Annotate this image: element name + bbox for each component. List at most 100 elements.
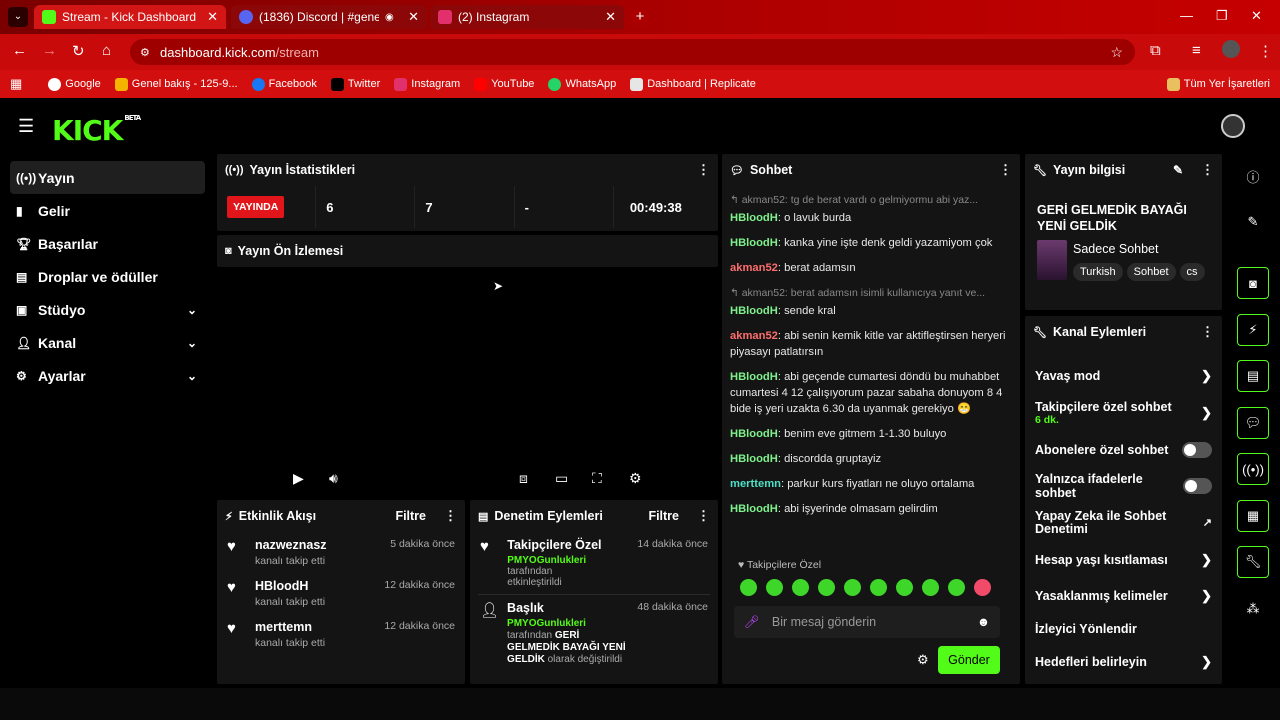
broadcast-icon[interactable]: ((•)) bbox=[1237, 453, 1269, 485]
back-icon[interactable]: ← bbox=[12, 42, 27, 59]
chat-username[interactable]: HBloodH bbox=[730, 371, 778, 383]
emote-icon[interactable] bbox=[896, 579, 913, 596]
sidebar-item-studyo[interactable]: ▣ Stüdyo ⌄ bbox=[10, 293, 205, 326]
reply-preview[interactable]: ↰ akman52: berat adamsın isimli kullanıc… bbox=[730, 285, 1010, 301]
emote-icon[interactable] bbox=[974, 579, 991, 596]
bookmark-twitter[interactable]: Twitter bbox=[330, 77, 380, 91]
edit-icon[interactable]: ✎ bbox=[1173, 163, 1183, 177]
emote-icon[interactable] bbox=[948, 579, 965, 596]
more-icon[interactable]: ⋮ bbox=[697, 162, 710, 178]
filter-button[interactable]: Filtre bbox=[395, 509, 426, 523]
bookmark-analytics[interactable]: Genel bakış - 125-9... bbox=[114, 77, 238, 91]
bookmark-whatsapp[interactable]: WhatsApp bbox=[548, 77, 616, 91]
emote-icon[interactable] bbox=[792, 579, 809, 596]
slow-mode-item[interactable]: Yavaş mod ❯ bbox=[1025, 358, 1222, 394]
chat-icon[interactable]: 💬︎ bbox=[1237, 407, 1269, 439]
bookmark-instagram[interactable]: Instagram bbox=[394, 77, 460, 91]
bolt-icon[interactable]: ⚡︎ bbox=[1237, 314, 1269, 346]
chat-username[interactable]: HBloodH bbox=[730, 428, 778, 440]
chat-username[interactable]: akman52 bbox=[730, 262, 778, 274]
menu-icon[interactable]: ☰ bbox=[18, 116, 34, 137]
goals-item[interactable]: Hedefleri belirleyin ❯ bbox=[1025, 644, 1222, 680]
settings-icon[interactable]: ⚙ bbox=[629, 470, 642, 487]
chat-username[interactable]: HBloodH bbox=[730, 305, 778, 317]
edit-icon[interactable]: ✎ bbox=[1237, 206, 1269, 238]
extensions-icon[interactable]: ⧉ bbox=[1150, 42, 1161, 59]
forward-icon[interactable]: → bbox=[42, 42, 57, 59]
media-icon[interactable]: ≡ bbox=[1192, 42, 1201, 59]
emote-icon[interactable] bbox=[740, 579, 757, 596]
bookmark-facebook[interactable]: Facebook bbox=[251, 77, 317, 91]
reload-icon[interactable]: ↻ bbox=[72, 42, 85, 60]
emote-chat-toggle[interactable] bbox=[1182, 478, 1212, 494]
chat-settings-icon[interactable]: ⚙ bbox=[917, 652, 929, 668]
minimize-icon[interactable]: — bbox=[1180, 8, 1193, 23]
close-icon[interactable]: ✕ bbox=[207, 9, 218, 25]
microphone-icon[interactable]: 🎤︎ bbox=[744, 615, 760, 630]
play-icon[interactable]: ▶ bbox=[293, 470, 304, 487]
home-icon[interactable]: ⌂ bbox=[102, 42, 111, 59]
sidebar-item-yayin[interactable]: ((•)) Yayın bbox=[10, 161, 205, 194]
site-info-icon[interactable]: ⚙ bbox=[140, 46, 150, 59]
volume-icon[interactable]: 🔊︎ bbox=[329, 470, 338, 487]
sidebar-item-ayarlar[interactable]: ⚙ Ayarlar ⌄ bbox=[10, 359, 205, 392]
sidebar-item-gelir[interactable]: ▮ Gelir bbox=[10, 194, 205, 227]
address-bar[interactable]: ⚙ dashboard.kick.com/stream ☆ bbox=[130, 39, 1135, 65]
category-name[interactable]: Sadece Sohbet bbox=[1073, 242, 1159, 256]
sidebar-item-kanal[interactable]: 👤︎ Kanal ⌄ bbox=[10, 326, 205, 359]
mod-actor[interactable]: PMYOGunlukleri bbox=[507, 618, 586, 629]
filter-button[interactable]: Filtre bbox=[648, 509, 679, 523]
close-icon[interactable]: ✕ bbox=[605, 9, 616, 25]
maximize-icon[interactable]: ❐ bbox=[1216, 8, 1228, 24]
bookmark-youtube[interactable]: YouTube bbox=[474, 77, 534, 91]
fullscreen-icon[interactable]: ⛶ bbox=[592, 470, 602, 487]
close-icon[interactable]: ✕ bbox=[408, 9, 419, 25]
emote-icon[interactable] bbox=[766, 579, 783, 596]
video-player[interactable]: ➤ ▶ 🔊︎ ⧈ ▭ ⛶ ⚙ bbox=[217, 267, 718, 499]
bookmark-google[interactable]: Google bbox=[48, 77, 101, 91]
more-icon[interactable]: ⋮ bbox=[1201, 324, 1214, 340]
more-icon[interactable]: ⋮ bbox=[1201, 162, 1214, 178]
emote-icon[interactable] bbox=[818, 579, 835, 596]
followers-chat-item[interactable]: Takipçilere özel sohbet 6 dk. ❯ bbox=[1025, 394, 1222, 432]
feed-user[interactable]: HBloodH bbox=[255, 579, 325, 593]
pip-icon[interactable]: ⧈ bbox=[519, 470, 528, 487]
mod-actor[interactable]: PMYOGunlukleri bbox=[507, 555, 586, 566]
browser-menu-icon[interactable]: ⋮ bbox=[1258, 42, 1273, 60]
feed-user[interactable]: nazweznasz bbox=[255, 538, 327, 552]
tab-discord[interactable]: (1836) Discord | #genel-sol ◉ ✕ bbox=[231, 5, 427, 29]
window-close-icon[interactable]: ✕ bbox=[1251, 8, 1262, 24]
bookmark-replicate[interactable]: Dashboard | Replicate bbox=[630, 77, 756, 91]
emote-icon[interactable] bbox=[870, 579, 887, 596]
info-icon[interactable]: ⓘ bbox=[1237, 160, 1269, 192]
chat-username[interactable]: akman52 bbox=[730, 330, 778, 342]
banned-words-item[interactable]: Yasaklanmış kelimeler ❯ bbox=[1025, 578, 1222, 614]
reply-preview[interactable]: ↰ akman52: tg de berat vardı o gelmiyorm… bbox=[730, 192, 1010, 208]
layout-icon[interactable]: ▦ bbox=[1237, 500, 1269, 532]
account-age-item[interactable]: Hesap yaşı kısıtlaması ❯ bbox=[1025, 542, 1222, 578]
bookmark-star-icon[interactable]: ☆ bbox=[1110, 44, 1123, 61]
chat-username[interactable]: merttemn bbox=[730, 478, 781, 490]
emote-icon[interactable] bbox=[922, 579, 939, 596]
feed-user[interactable]: merttemn bbox=[255, 620, 325, 634]
chat-username[interactable]: HBloodH bbox=[730, 503, 778, 515]
tab-kick-dashboard[interactable]: Stream - Kick Dashboard ✕ bbox=[34, 5, 226, 29]
chat-input[interactable]: 🎤︎ Bir mesaj gönderin ☻ bbox=[734, 606, 1000, 638]
all-bookmarks[interactable]: Tüm Yer İşaretleri bbox=[1166, 77, 1270, 91]
send-button[interactable]: Gönder bbox=[938, 646, 1000, 674]
chat-username[interactable]: HBloodH bbox=[730, 453, 778, 465]
sidebar-item-droplar[interactable]: ▤ Droplar ve ödüller bbox=[10, 260, 205, 293]
chat-username[interactable]: HBloodH bbox=[730, 212, 778, 224]
apps-icon[interactable]: ⁂ bbox=[1237, 593, 1269, 625]
document-icon[interactable]: ▤ bbox=[1237, 360, 1269, 392]
avatar[interactable] bbox=[1221, 114, 1245, 138]
more-icon[interactable]: ⋮ bbox=[999, 162, 1012, 178]
ai-moderation-item[interactable]: Yapay Zeka ile Sohbet Denetimi ↗ bbox=[1025, 504, 1222, 542]
apps-grid-icon[interactable]: ▦ bbox=[10, 76, 22, 92]
tab-search-button[interactable]: ⌄ bbox=[8, 7, 28, 27]
redirect-item[interactable]: İzleyici Yönlendir bbox=[1025, 614, 1222, 644]
emote-icon[interactable] bbox=[844, 579, 861, 596]
emoji-icon[interactable]: ☻ bbox=[977, 615, 990, 629]
subs-chat-toggle[interactable] bbox=[1182, 442, 1212, 458]
tab-instagram[interactable]: (2) Instagram ✕ bbox=[430, 5, 624, 29]
